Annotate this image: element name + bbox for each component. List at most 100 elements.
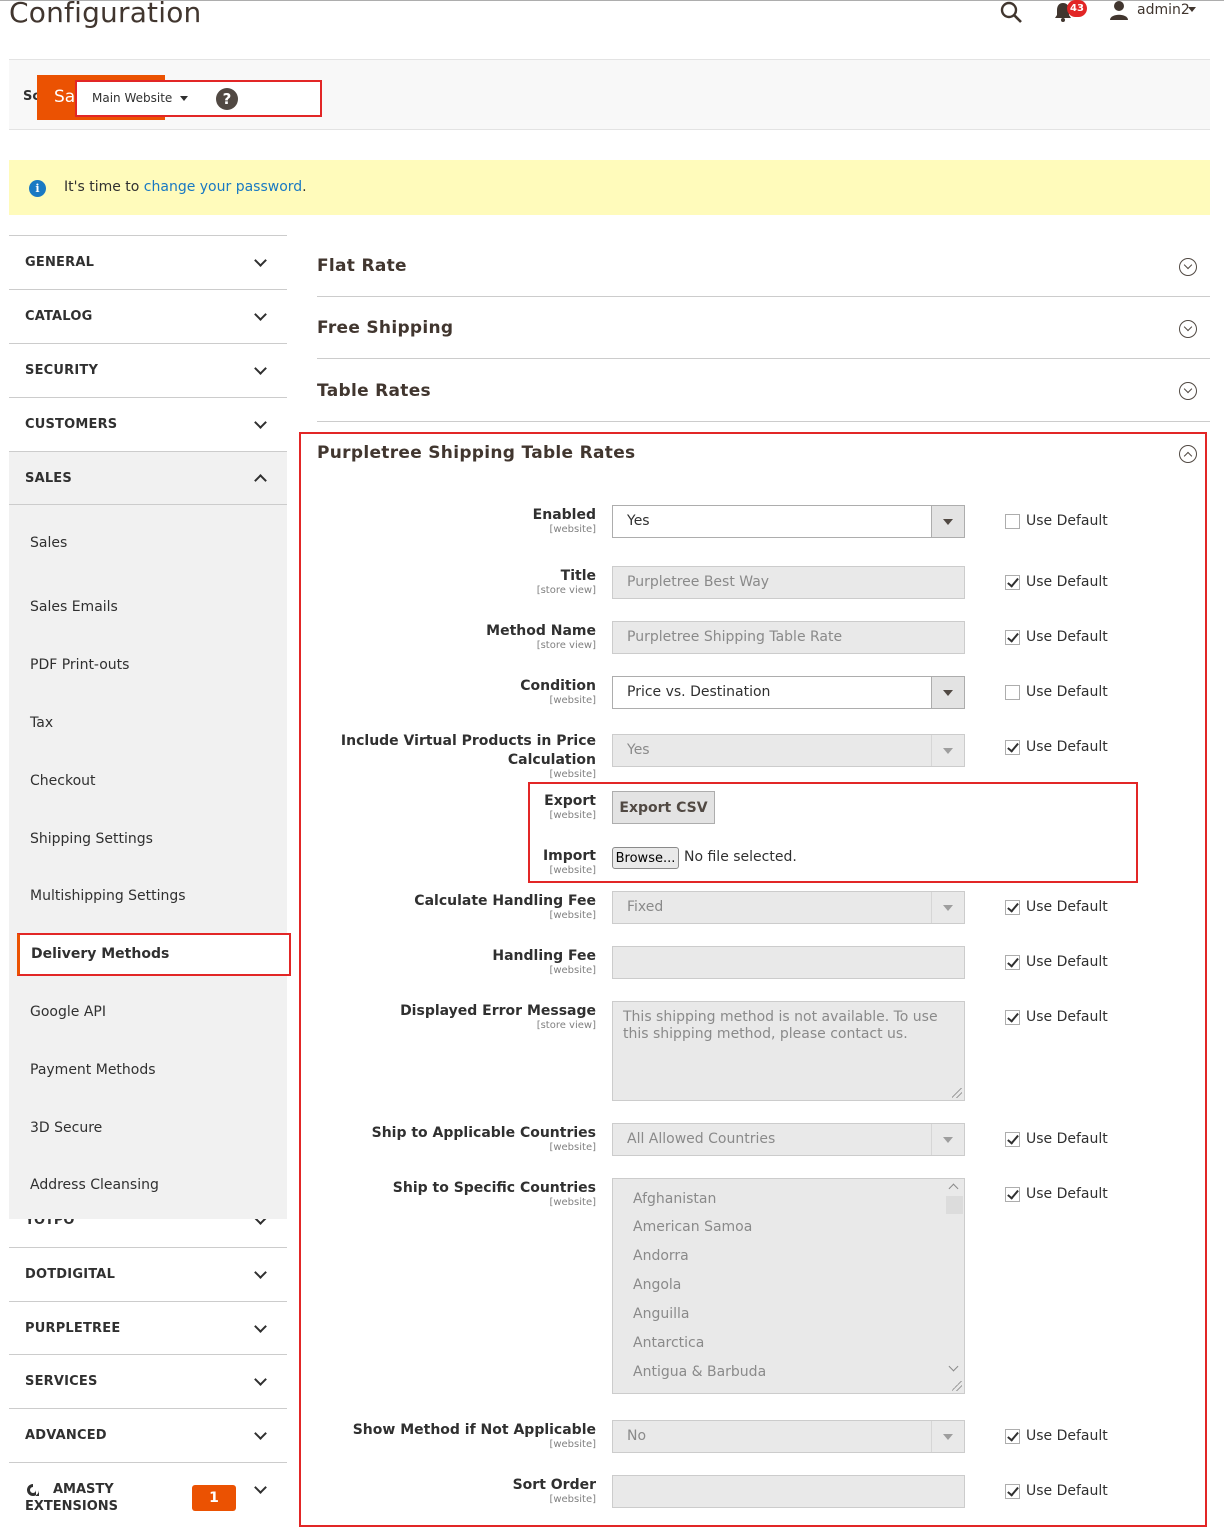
chevron-down-icon[interactable] [254,1320,267,1333]
show-method-select[interactable]: No [612,1420,965,1453]
chevron-down-icon[interactable] [254,1427,267,1440]
error-message-textarea[interactable]: This shipping method is not available. T… [612,1001,965,1101]
tab-advanced[interactable]: ADVANCED [9,1408,287,1462]
search-icon[interactable] [998,0,1024,24]
select-arrow-icon[interactable] [931,1421,964,1452]
sidebar-item-delivery-methods[interactable]: Delivery Methods [17,933,291,976]
checkbox[interactable] [1005,955,1020,970]
expand-circle-icon[interactable] [1179,320,1197,338]
checkbox[interactable] [1005,1484,1020,1499]
expand-circle-icon[interactable] [1179,382,1197,400]
country-option[interactable]: Angola [633,1277,681,1293]
sidebar-item-google-api[interactable]: Google API [30,1004,106,1020]
chevron-down-icon[interactable] [254,254,267,267]
change-password-link[interactable]: change your password [144,179,302,195]
checkbox[interactable] [1005,630,1020,645]
enabled-select[interactable]: Yes [612,505,965,538]
sidebar-item-sales[interactable]: Sales [30,535,67,551]
chevron-down-icon[interactable] [254,362,267,375]
checkbox[interactable] [1005,1187,1020,1202]
resize-handle-icon[interactable] [952,1088,962,1098]
select-arrow-icon[interactable] [931,892,964,923]
multiselect-scrollbar[interactable] [946,1180,963,1376]
checkbox[interactable] [1005,740,1020,755]
chevron-down-icon[interactable] [254,1373,267,1386]
browse-file-button[interactable]: Browse... [612,847,679,869]
expand-circle-icon[interactable] [1179,258,1197,276]
chevron-down-icon[interactable] [180,96,188,101]
section-table-rates[interactable]: Table Rates [317,359,1210,422]
tab-purpletree[interactable]: PURPLETREE [9,1301,287,1355]
method-name-input[interactable]: Purpletree Shipping Table Rate [612,621,965,654]
condition-select[interactable]: Price vs. Destination [612,676,965,709]
sidebar-item-pdf-printouts[interactable]: PDF Print-outs [30,657,129,673]
user-icon[interactable] [1108,0,1130,20]
tab-security[interactable]: SECURITY [9,343,287,397]
country-option[interactable]: Antigua & Barbuda [633,1364,766,1380]
chevron-down-icon[interactable] [254,1266,267,1279]
sidebar-item-sales-emails[interactable]: Sales Emails [30,599,118,615]
sort-order-input[interactable] [612,1475,965,1508]
title-input[interactable]: Purpletree Best Way [612,566,965,599]
country-option[interactable]: Afghanistan [633,1191,716,1207]
export-csv-button[interactable]: Export CSV [612,791,715,824]
applicable-countries-select[interactable]: All Allowed Countries [612,1123,965,1156]
chevron-down-icon[interactable] [254,1481,267,1494]
section-purpletree-title[interactable]: Purpletree Shipping Table Rates [317,443,635,463]
chevron-down-icon[interactable] [254,308,267,321]
country-option[interactable]: Andorra [633,1248,689,1264]
scope-switcher-value[interactable]: Main Website [92,91,172,105]
help-icon[interactable]: ? [216,88,238,110]
sidebar-item-payment-methods[interactable]: Payment Methods [30,1062,156,1078]
select-arrow-icon[interactable] [931,677,964,708]
sidebar-item-shipping-settings[interactable]: Shipping Settings [30,831,153,847]
handling-type-scope: [website] [549,910,596,921]
chevron-up-icon[interactable] [254,474,267,487]
include-virtual-select[interactable]: Yes [612,734,965,767]
country-option[interactable]: Antarctica [633,1335,704,1351]
chevron-down-icon[interactable] [254,1219,267,1225]
notification-count-badge[interactable]: 43 [1067,0,1087,17]
select-arrow-icon[interactable] [931,506,964,537]
select-arrow-icon[interactable] [931,1124,964,1155]
checkbox[interactable] [1005,900,1020,915]
tab-yotpo[interactable]: YOTPO [9,1219,287,1247]
handling-type-select[interactable]: Fixed [612,891,965,924]
specific-countries-multiselect[interactable]: Afghanistan American Samoa Andorra Angol… [612,1178,965,1394]
tab-customers[interactable]: CUSTOMERS [9,397,287,451]
resize-handle-icon[interactable] [952,1381,962,1391]
scroll-down-icon[interactable] [948,1361,959,1372]
section-flat-rate[interactable]: Flat Rate [317,235,1210,297]
sidebar-item-3d-secure[interactable]: 3D Secure [30,1120,102,1136]
user-menu-caret-icon[interactable] [1188,7,1196,12]
scope-switcher[interactable]: Main Website ? [75,80,322,117]
sidebar-item-address-cleansing[interactable]: Address Cleansing [30,1177,159,1193]
tab-general[interactable]: GENERAL [9,235,287,289]
checkbox[interactable] [1005,514,1020,529]
chevron-down-icon[interactable] [254,416,267,429]
handling-fee-input[interactable] [612,946,965,979]
scroll-up-icon[interactable] [948,1183,959,1194]
tab-services[interactable]: SERVICES [9,1354,287,1408]
admin-user-menu[interactable]: admin2 [1137,2,1190,18]
checkbox[interactable] [1005,1132,1020,1147]
checkbox[interactable] [1005,1429,1020,1444]
tab-amasty-extensions[interactable]: AMASTY EXTENSIONS [9,1462,287,1533]
sidebar-item-multishipping-settings[interactable]: Multishipping Settings [30,888,186,904]
section-free-shipping[interactable]: Free Shipping [317,297,1210,359]
country-option[interactable]: Anguilla [633,1306,689,1322]
scrollbar-thumb[interactable] [946,1196,963,1214]
select-arrow-icon[interactable] [931,735,964,766]
sidebar-item-checkout[interactable]: Checkout [30,773,96,789]
error-message-label: Displayed Error Message [400,1003,596,1019]
sidebar-item-tax[interactable]: Tax [30,715,53,731]
title-scope: [store view] [536,585,596,596]
tab-catalog[interactable]: CATALOG [9,289,287,343]
checkbox[interactable] [1005,575,1020,590]
checkbox[interactable] [1005,685,1020,700]
tab-sales[interactable]: SALES [9,451,287,505]
collapse-circle-icon[interactable] [1179,445,1197,463]
checkbox[interactable] [1005,1010,1020,1025]
tab-dotdigital[interactable]: DOTDIGITAL [9,1247,287,1301]
country-option[interactable]: American Samoa [633,1219,752,1235]
